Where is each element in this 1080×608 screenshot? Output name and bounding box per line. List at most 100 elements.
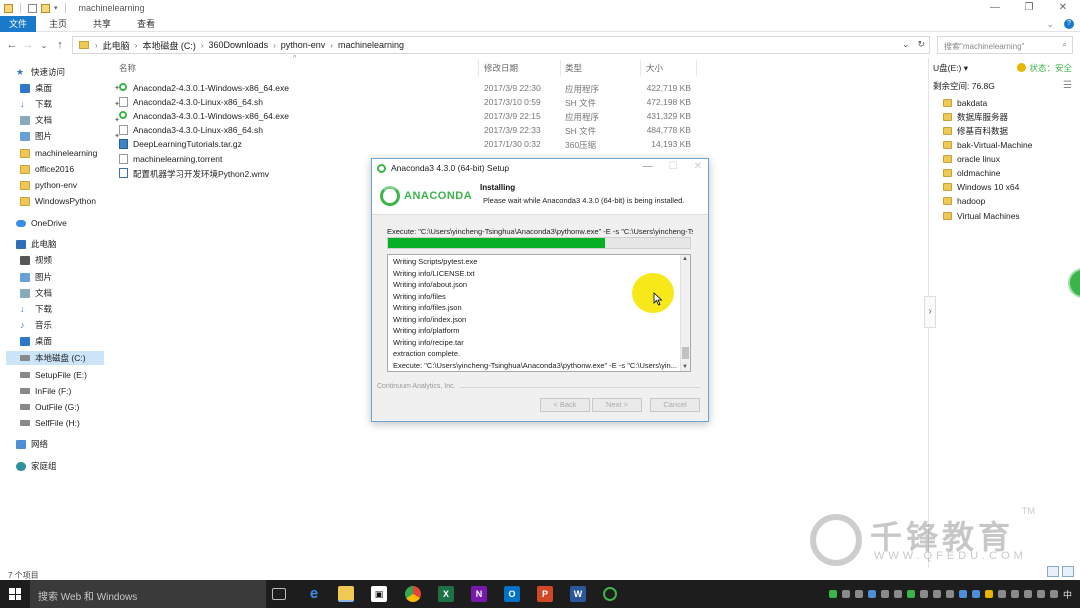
powerpoint-icon[interactable]: P [537,586,553,602]
store-icon[interactable]: ▣ [371,586,387,602]
nav-pc-videos[interactable]: 视频 [20,253,126,267]
breadcrumb-machinelearning[interactable]: machinelearning [338,40,404,50]
nav-recent-python-env[interactable]: python-env [20,178,126,192]
excel-icon[interactable]: X [438,586,454,602]
volume-icon[interactable] [1036,590,1045,598]
file-row[interactable]: DeepLearningTutorials.tar.gz 2017/1/30 0… [119,137,699,151]
cancel-button[interactable]: Cancel [650,398,700,412]
usb-folder-item[interactable]: bak-Virtual-Machine [943,138,1032,152]
close-button[interactable]: ✕ [1046,0,1080,16]
help-icon[interactable]: ? [1064,19,1074,29]
outlook-icon[interactable]: O [504,586,520,602]
usb-folder-item[interactable]: 修基百科数据 [943,124,1008,138]
column-header-type[interactable]: 类型 [565,62,582,74]
nav-pinned-desktop[interactable]: 桌面 ✦ [20,81,126,95]
input-language[interactable]: 中 [1063,588,1072,601]
usb-drive-selector[interactable]: U盘(E:) ▾ [933,62,968,74]
usb-folder-item[interactable]: hadoop [943,194,985,208]
column-header-date[interactable]: 修改日期 [484,62,518,74]
file-row[interactable]: Anaconda3-4.3.0-Linux-x86_64.sh 2017/3/9… [119,123,699,137]
expand-ribbon-icon[interactable]: ⌄ [1046,19,1054,30]
nav-pc-music[interactable]: ♪ 音乐 [20,318,126,332]
nav-drive-h[interactable]: SelfFile (H:) [20,416,126,430]
breadcrumb-this-pc[interactable]: 此电脑 [103,39,130,52]
usb-folder-item[interactable]: bakdata [943,96,987,110]
tab-file[interactable]: 文件 [0,15,36,32]
search-icon[interactable]: ⌕ [1063,40,1067,50]
word-icon[interactable]: W [570,586,586,602]
tray-icon[interactable] [945,590,954,598]
battery-icon[interactable] [1010,590,1019,598]
large-icons-view-icon[interactable] [1062,566,1074,577]
tray-icon[interactable] [919,590,928,598]
taskbar-search[interactable]: 搜索 Web 和 Windows [30,580,266,608]
nav-pinned-documents[interactable]: 文档 ✦ [20,113,126,127]
tray-icon[interactable] [984,590,993,598]
scroll-up-icon[interactable]: ▲ [682,256,688,262]
scroll-thumb[interactable] [682,347,689,359]
nav-recent-office2016[interactable]: office2016 [20,162,126,176]
breadcrumb-python-env[interactable]: python-env [281,40,326,50]
file-explorer-icon[interactable] [338,586,354,602]
usb-folder-item[interactable]: oldmachine [943,166,1000,180]
tray-icon[interactable] [854,590,863,598]
nav-drive-e[interactable]: SetupFile (E:) [20,368,126,382]
breadcrumb-360downloads[interactable]: 360Downloads [209,40,269,50]
scroll-down-icon[interactable]: ▼ [682,364,688,370]
nav-quick-access[interactable]: ★ 快速访问 [16,65,122,79]
collapse-pane-button[interactable]: › [924,296,936,328]
nav-homegroup[interactable]: 家庭组 [16,459,122,473]
recent-locations-icon[interactable]: ⌄ [36,41,52,50]
tray-icon[interactable] [971,590,980,598]
tab-view[interactable]: 查看 [124,16,168,32]
back-button[interactable]: < Back [540,398,590,412]
forward-arrow-icon[interactable]: → [20,39,36,51]
menu-icon[interactable]: ☰ [1063,80,1072,91]
minimize-button[interactable]: — [978,0,1012,16]
nav-pc-pictures[interactable]: 图片 [20,270,126,284]
tray-icon[interactable] [997,590,1006,598]
log-scrollbar[interactable]: ▲ ▼ [680,255,690,371]
up-arrow-icon[interactable]: ↑ [52,39,68,51]
nav-pc-documents[interactable]: 文档 [20,286,126,300]
next-button[interactable]: Next > [592,398,642,412]
details-view-icon[interactable] [1047,566,1059,577]
address-dropdown-icon[interactable]: ⌄ [902,39,910,50]
edge-icon[interactable]: e [306,586,322,602]
tray-icon[interactable] [880,590,889,598]
chrome-icon[interactable] [405,586,421,602]
nav-recent-windowspython[interactable]: WindowsPython [20,194,126,208]
nav-drive-f[interactable]: InFile (F:) [20,384,126,398]
nav-pc-downloads[interactable]: ↓ 下载 [20,302,126,316]
tray-icon[interactable] [893,590,902,598]
task-view-icon[interactable] [272,588,286,600]
breadcrumb-local-disk[interactable]: 本地磁盘 (C:) [142,39,196,52]
nav-pinned-pictures[interactable]: 图片 ✦ [20,129,126,143]
network-icon[interactable] [1023,590,1032,598]
nav-network[interactable]: 网络 [16,437,122,451]
tray-icon[interactable] [906,590,915,598]
address-bar[interactable]: › 此电脑 › 本地磁盘 (C:) › 360Downloads › pytho… [72,36,930,54]
nav-pc-desktop[interactable]: 桌面 [20,334,126,348]
nav-drive-g[interactable]: OutFile (G:) [20,400,126,414]
bluetooth-icon[interactable] [958,590,967,598]
install-log[interactable]: Writing Scripts/pytest.exe Writing info/… [387,254,691,372]
tray-icon[interactable] [828,590,837,598]
onenote-icon[interactable]: N [471,586,487,602]
back-arrow-icon[interactable]: ← [4,39,20,51]
column-header-name[interactable]: 名称 [119,62,136,74]
new-folder-icon[interactable] [41,3,50,13]
search-input[interactable]: 搜索"machinelearning" ⌕ [937,36,1073,54]
tray-icon[interactable] [867,590,876,598]
refresh-icon[interactable]: ↻ [917,39,925,50]
file-row[interactable]: Anaconda2-4.3.0-Linux-x86_64.sh 2017/3/1… [119,95,699,109]
usb-folder-item[interactable]: Virtual Machines [943,209,1020,223]
nav-this-pc[interactable]: 此电脑 [16,237,122,251]
nav-recent-machinelearning[interactable]: machinelearning [20,146,126,160]
usb-folder-item[interactable]: Windows 10 x64 [943,180,1019,194]
column-header-size[interactable]: 大小 [646,62,663,74]
wechat-icon[interactable] [841,590,850,598]
tab-share[interactable]: 共享 [80,16,124,32]
customize-toolbar-icon[interactable]: ▾ [54,4,58,12]
file-row[interactable]: Anaconda3-4.3.0.1-Windows-x86_64.exe 201… [119,109,699,123]
